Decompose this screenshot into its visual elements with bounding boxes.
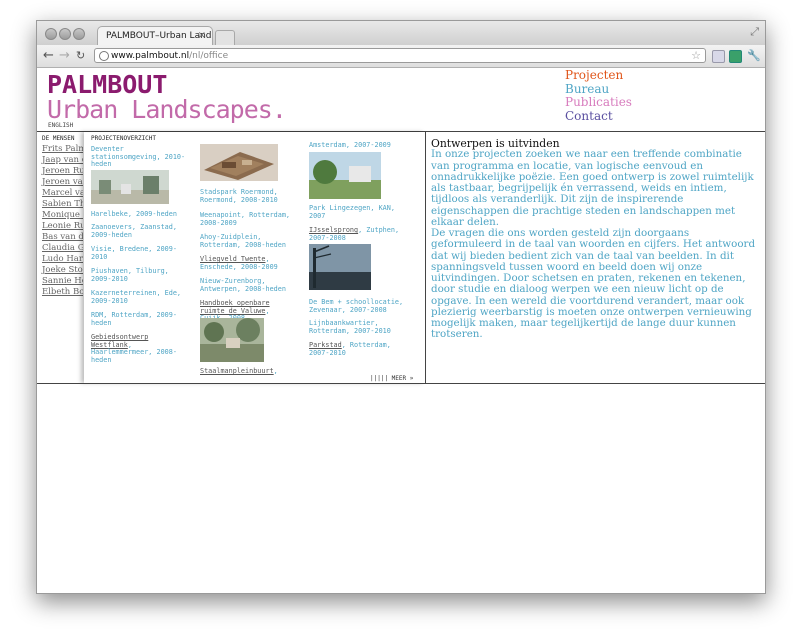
new-tab-button[interactable] bbox=[215, 30, 235, 45]
project-link[interactable]: RDM, Rotterdam, 2009-heden bbox=[91, 311, 189, 327]
person-link[interactable]: Sabien Thoen bbox=[42, 199, 83, 209]
project-thumbnail-zutphen[interactable] bbox=[309, 244, 371, 290]
project-link[interactable]: Vliegveld Twente, Enschede, 2008-2009 bbox=[200, 255, 298, 271]
person-link[interactable]: Elbeth Bos bbox=[42, 287, 83, 297]
project-link[interactable]: Stadspark Roermond, Roermond, 2008-2010 bbox=[200, 188, 298, 204]
project-link[interactable]: Piushaven, Tilburg, 2009-2010 bbox=[91, 267, 189, 283]
page-content: PALMBOUT Urban Landscapes. ENGLISH Proje… bbox=[37, 68, 765, 593]
project-link-underlined[interactable]: Staalmanpleinbuurt bbox=[200, 367, 274, 375]
projects-panel: PROJECTENOVERZICHT Deventer stationsomge… bbox=[84, 132, 425, 383]
back-icon[interactable]: ← bbox=[43, 48, 54, 63]
browser-toolbar: ← → ↻ www.palmbout.nl/nl/office ☆ 🔧 bbox=[37, 45, 765, 68]
address-bar[interactable]: www.palmbout.nl/nl/office ☆ bbox=[94, 48, 706, 63]
url-host: www.palmbout.nl bbox=[111, 51, 190, 61]
project-link-rest: , bbox=[273, 367, 278, 375]
bookmark-star-icon[interactable]: ☆ bbox=[691, 49, 701, 62]
close-window-icon[interactable] bbox=[45, 28, 57, 40]
zoom-window-icon[interactable] bbox=[73, 28, 85, 40]
project-link[interactable]: Ahoy-Zuidplein, Rotterdam, 2008-heden bbox=[200, 233, 298, 249]
project-link[interactable]: IJsselsprong, Zutphen, 2007-2008 bbox=[309, 226, 407, 242]
project-link-underlined[interactable]: Handboek openbare ruimte de Valuwe bbox=[200, 299, 270, 315]
main-nav: Projecten Bureau Publicaties Contact bbox=[565, 68, 632, 124]
person-link[interactable]: Leonie Ruyter bbox=[42, 221, 83, 231]
project-link[interactable]: Park Lingezegen, KAN, 2007 bbox=[309, 204, 407, 220]
browser-tab[interactable]: PALMBOUT–Urban Landscape × bbox=[97, 26, 213, 45]
divider-bottom bbox=[37, 383, 765, 384]
nav-bureau[interactable]: Bureau bbox=[565, 82, 632, 97]
project-link[interactable]: Parkstad, Rotterdam, 2007-2010 bbox=[309, 341, 407, 357]
nav-projecten[interactable]: Projecten bbox=[565, 68, 632, 83]
nav-publicaties[interactable]: Publicaties bbox=[565, 95, 632, 110]
project-link[interactable]: Lijnbaankwartier, Rotterdam, 2007-2010 bbox=[309, 319, 407, 335]
extension-icon[interactable] bbox=[712, 50, 725, 63]
project-link[interactable]: Zaanoevers, Zaanstad, 2009-heden bbox=[91, 223, 189, 239]
title-bar: PALMBOUT–Urban Landscape × ⤢ bbox=[37, 21, 765, 45]
forward-icon[interactable]: → bbox=[59, 48, 70, 63]
more-projects-link[interactable]: ||||| MEER » bbox=[370, 375, 413, 382]
person-link[interactable]: Jaap van den Bout bbox=[42, 155, 83, 165]
logo-tagline[interactable]: Urban Landscapes. bbox=[47, 95, 287, 124]
project-link[interactable]: Visie, Bredene, 2009-2010 bbox=[91, 245, 189, 261]
person-link[interactable]: Jeroen Ruyter bbox=[42, 166, 83, 176]
person-link[interactable]: Marcel van Loon bbox=[42, 188, 83, 198]
project-thumbnail-cuijk[interactable] bbox=[200, 318, 264, 362]
project-thumbnail-amsterdam[interactable] bbox=[309, 152, 381, 199]
article: Ontwerpen is uitvinden In onze projecten… bbox=[431, 138, 761, 341]
browser-window: PALMBOUT–Urban Landscape × ⤢ ← → ↻ www.p… bbox=[36, 20, 766, 594]
article-paragraph-1: In onze projecten zoeken we naar een tre… bbox=[431, 148, 754, 228]
article-paragraph-2: De vragen die ons worden gesteld zijn do… bbox=[431, 227, 756, 341]
page-icon bbox=[99, 51, 109, 61]
person-link[interactable]: Claudia Go bbox=[42, 243, 83, 253]
project-link[interactable]: Staalmanpleinbuurt, bbox=[200, 367, 298, 376]
project-thumbnail-harelbeke[interactable] bbox=[91, 170, 169, 204]
url-path: /nl/office bbox=[189, 51, 229, 61]
project-link[interactable]: Harelbeke, 2009-heden bbox=[91, 210, 189, 219]
person-link[interactable]: Monique M bbox=[42, 210, 83, 220]
project-link[interactable]: Gebiedsontwerp Westflank, Haarlemmermeer… bbox=[91, 333, 189, 364]
person-link[interactable]: Ludo Hartg bbox=[42, 254, 83, 264]
project-thumbnail-roermond[interactable] bbox=[200, 144, 278, 181]
person-link[interactable]: Jeroen van Eert bbox=[42, 177, 83, 187]
reload-icon[interactable]: ↻ bbox=[76, 49, 85, 62]
tab-close-icon[interactable]: × bbox=[198, 30, 206, 41]
project-link[interactable]: Amsterdam, 2007-2009 bbox=[309, 141, 407, 150]
person-link[interactable]: Joeke Stoe bbox=[42, 265, 83, 275]
person-link[interactable]: Bas van der bbox=[42, 232, 83, 242]
project-link[interactable]: De Bem + schoollocatie, Zevenaar, 2007-2… bbox=[309, 298, 407, 314]
project-link[interactable]: Deventer stationsomgeving, 2010-heden bbox=[91, 145, 189, 169]
project-link[interactable]: Kazerneterreinen, Ede, 2009-2010 bbox=[91, 289, 189, 305]
wrench-icon[interactable]: 🔧 bbox=[747, 49, 761, 62]
projects-title: PROJECTENOVERZICHT bbox=[91, 135, 157, 142]
fullscreen-icon[interactable]: ⤢ bbox=[750, 25, 759, 39]
project-link[interactable]: Weenapoint, Rotterdam, 2008-2009 bbox=[200, 211, 298, 227]
people-list: DE MENSEN Frits Palmboom Jaap van den Bo… bbox=[37, 132, 83, 383]
project-link-underlined[interactable]: Gebiedsontwerp Westflank bbox=[91, 333, 148, 349]
person-link[interactable]: Frits Palmboom bbox=[42, 144, 83, 154]
project-link[interactable]: Nieuw-Zurenborg, Antwerpen, 2008-heden bbox=[200, 277, 298, 293]
column-divider bbox=[425, 132, 426, 383]
person-link[interactable]: Sannie Hoo bbox=[42, 276, 83, 286]
language-link[interactable]: ENGLISH bbox=[48, 122, 73, 129]
nav-contact[interactable]: Contact bbox=[565, 109, 632, 124]
minimize-window-icon[interactable] bbox=[59, 28, 71, 40]
extension-icon[interactable] bbox=[729, 50, 742, 63]
people-title: DE MENSEN bbox=[42, 135, 75, 142]
